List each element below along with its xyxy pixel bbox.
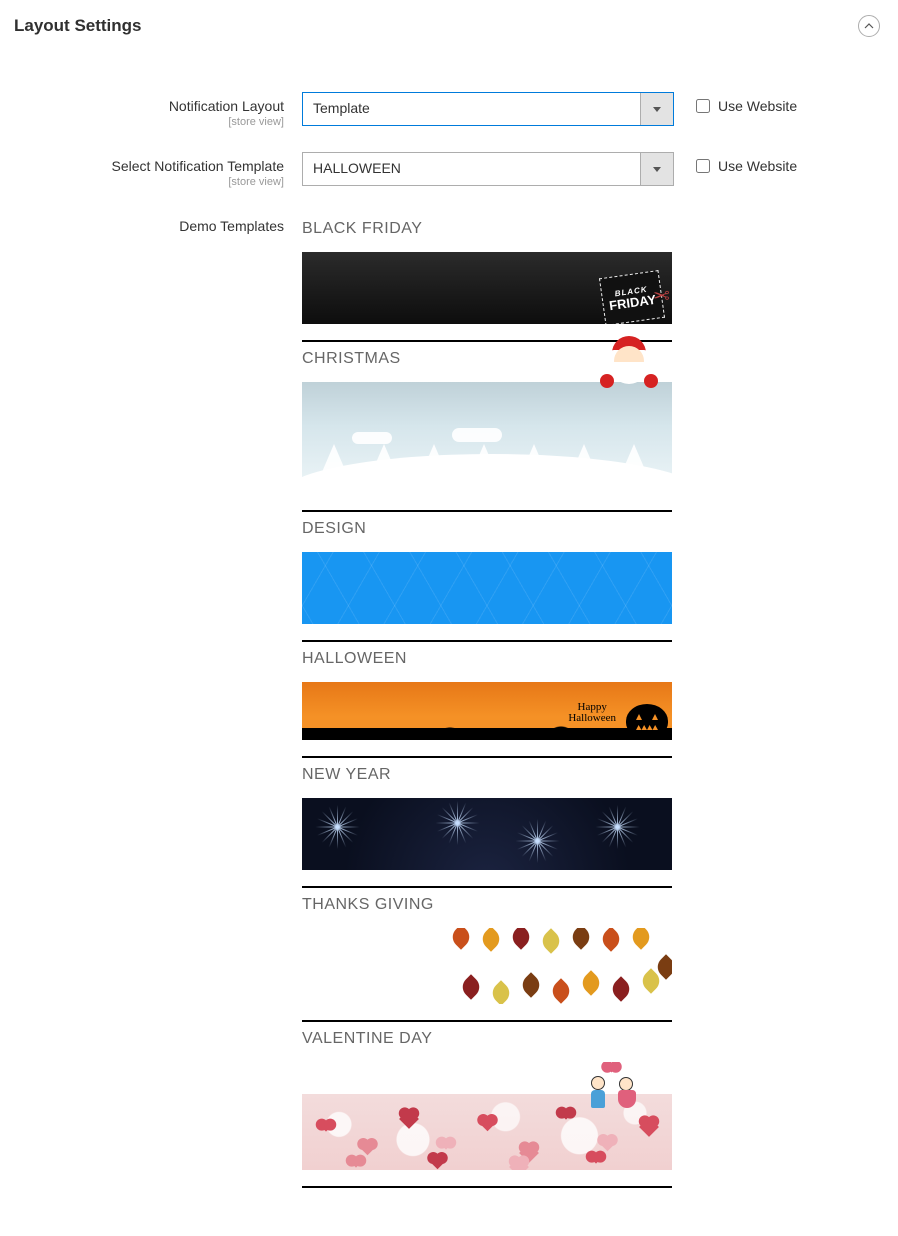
field-label: Demo Templates (14, 218, 284, 234)
template-title: BLACK FRIDAY (302, 220, 672, 238)
template-christmas: CHRISTMAS (302, 350, 672, 512)
field-label-col: Select Notification Template [store view… (14, 152, 302, 188)
divider (302, 1020, 672, 1022)
halloween-text: Happy Halloween (568, 702, 616, 724)
leaf-icon (548, 978, 573, 1003)
firework-icon (432, 798, 482, 848)
template-title: HALLOWEEN (302, 650, 672, 668)
collapse-toggle[interactable] (858, 15, 880, 37)
template-black-friday: BLACK FRIDAY BLACKFRIDAY ✂ (302, 220, 672, 342)
section-title: Layout Settings (14, 16, 142, 36)
leaf-icon (518, 972, 543, 997)
field-label-col: Demo Templates (14, 212, 302, 234)
template-preview-halloween[interactable]: Happy Halloween (302, 682, 672, 740)
leaf-icon (608, 976, 633, 1001)
template-valentine: VALENTINE DAY (302, 1030, 672, 1188)
use-website-checkbox-template[interactable] (696, 159, 710, 173)
template-preview-thanksgiving[interactable] (302, 928, 672, 1004)
leaf-icon (508, 928, 533, 950)
divider (302, 1186, 672, 1188)
template-title: VALENTINE DAY (302, 1030, 672, 1048)
template-title: THANKS GIVING (302, 896, 672, 914)
use-website-label: Use Website (718, 98, 797, 114)
use-website-label: Use Website (718, 158, 797, 174)
field-label: Notification Layout (14, 98, 284, 114)
template-title: DESIGN (302, 520, 672, 538)
template-thanksgiving: THANKS GIVING (302, 896, 672, 1022)
leaf-icon (448, 928, 473, 950)
divider (302, 510, 672, 512)
select-template-select[interactable]: HALLOWEEN (302, 152, 674, 186)
select-arrow (640, 93, 673, 125)
leaf-icon (568, 928, 593, 950)
leaf-icon (598, 928, 623, 952)
chevron-up-icon (864, 23, 874, 29)
field-label-col: Notification Layout [store view] (14, 92, 302, 128)
template-design: DESIGN (302, 520, 672, 642)
section-header: Layout Settings (14, 10, 884, 42)
heart-icon (350, 1156, 361, 1167)
template-title: NEW YEAR (302, 766, 672, 784)
select-value: Template (303, 93, 640, 125)
firework-icon (512, 816, 562, 866)
templates-list: BLACK FRIDAY BLACKFRIDAY ✂ CHRISTMAS (302, 212, 672, 1196)
firework-icon (592, 802, 642, 852)
use-website-checkbox-layout[interactable] (696, 99, 710, 113)
field-notification-layout: Notification Layout [store view] Templat… (14, 92, 884, 128)
leaf-icon (478, 928, 503, 952)
field-select-template: Select Notification Template [store view… (14, 152, 884, 188)
template-new-year: NEW YEAR (302, 766, 672, 888)
leaf-icon (458, 974, 483, 999)
leaf-icon (488, 980, 513, 1004)
divider (302, 640, 672, 642)
field-demo-templates: Demo Templates BLACK FRIDAY BLACKFRIDAY … (14, 212, 884, 1196)
scissors-icon: ✂ (653, 282, 670, 307)
template-preview-black-friday[interactable]: BLACKFRIDAY ✂ (302, 252, 672, 324)
firework-icon (312, 802, 362, 852)
select-arrow (640, 153, 673, 185)
field-label: Select Notification Template (14, 158, 284, 174)
template-preview-valentine[interactable] (302, 1062, 672, 1170)
caret-down-icon (653, 167, 661, 172)
select-value: HALLOWEEN (303, 153, 640, 185)
field-scope: [store view] (14, 176, 284, 188)
caret-down-icon (653, 107, 661, 112)
leaf-icon (578, 970, 603, 995)
template-halloween: HALLOWEEN Happy Halloween (302, 650, 672, 758)
heart-icon (440, 1138, 451, 1149)
template-preview-design[interactable] (302, 552, 672, 624)
template-preview-new-year[interactable] (302, 798, 672, 870)
heart-icon (590, 1152, 601, 1163)
divider (302, 886, 672, 888)
leaf-icon (538, 928, 563, 953)
heart-icon (560, 1108, 571, 1119)
heart-icon (320, 1120, 331, 1131)
field-scope: [store view] (14, 116, 284, 128)
template-preview-christmas[interactable] (302, 382, 672, 494)
divider (302, 756, 672, 758)
heart-icon (509, 1157, 529, 1170)
notification-layout-select[interactable]: Template (302, 92, 674, 126)
leaf-icon (628, 928, 653, 950)
couple-icon (590, 1068, 634, 1108)
pumpkin-icon (626, 704, 668, 738)
